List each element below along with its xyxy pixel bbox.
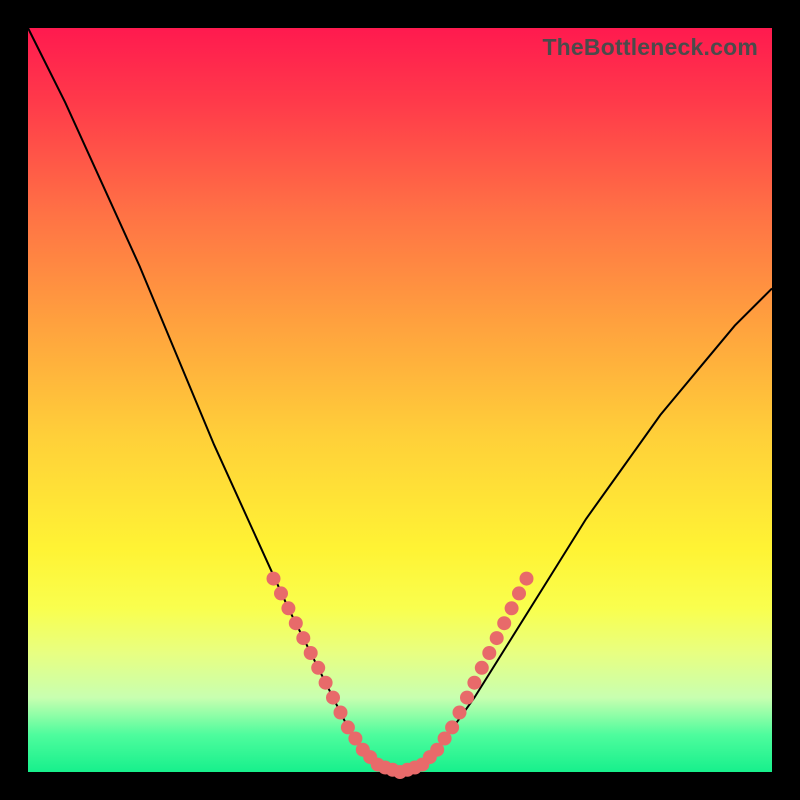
data-point — [453, 706, 467, 720]
data-point — [445, 720, 459, 734]
data-point — [512, 586, 526, 600]
data-point — [311, 661, 325, 675]
data-point — [326, 691, 340, 705]
data-point — [490, 631, 504, 645]
data-point — [334, 706, 348, 720]
data-point — [281, 601, 295, 615]
data-point — [460, 691, 474, 705]
data-point — [267, 572, 281, 586]
data-point — [482, 646, 496, 660]
chart-plot-area: TheBottleneck.com — [28, 28, 772, 772]
data-point — [296, 631, 310, 645]
data-point — [505, 601, 519, 615]
data-point — [274, 586, 288, 600]
bottleneck-curve — [28, 28, 772, 772]
chart-frame: TheBottleneck.com — [0, 0, 800, 800]
data-point — [467, 676, 481, 690]
data-point — [304, 646, 318, 660]
data-point — [475, 661, 489, 675]
data-point — [520, 572, 534, 586]
data-point — [289, 616, 303, 630]
data-point — [497, 616, 511, 630]
chart-svg — [28, 28, 772, 772]
data-point — [319, 676, 333, 690]
